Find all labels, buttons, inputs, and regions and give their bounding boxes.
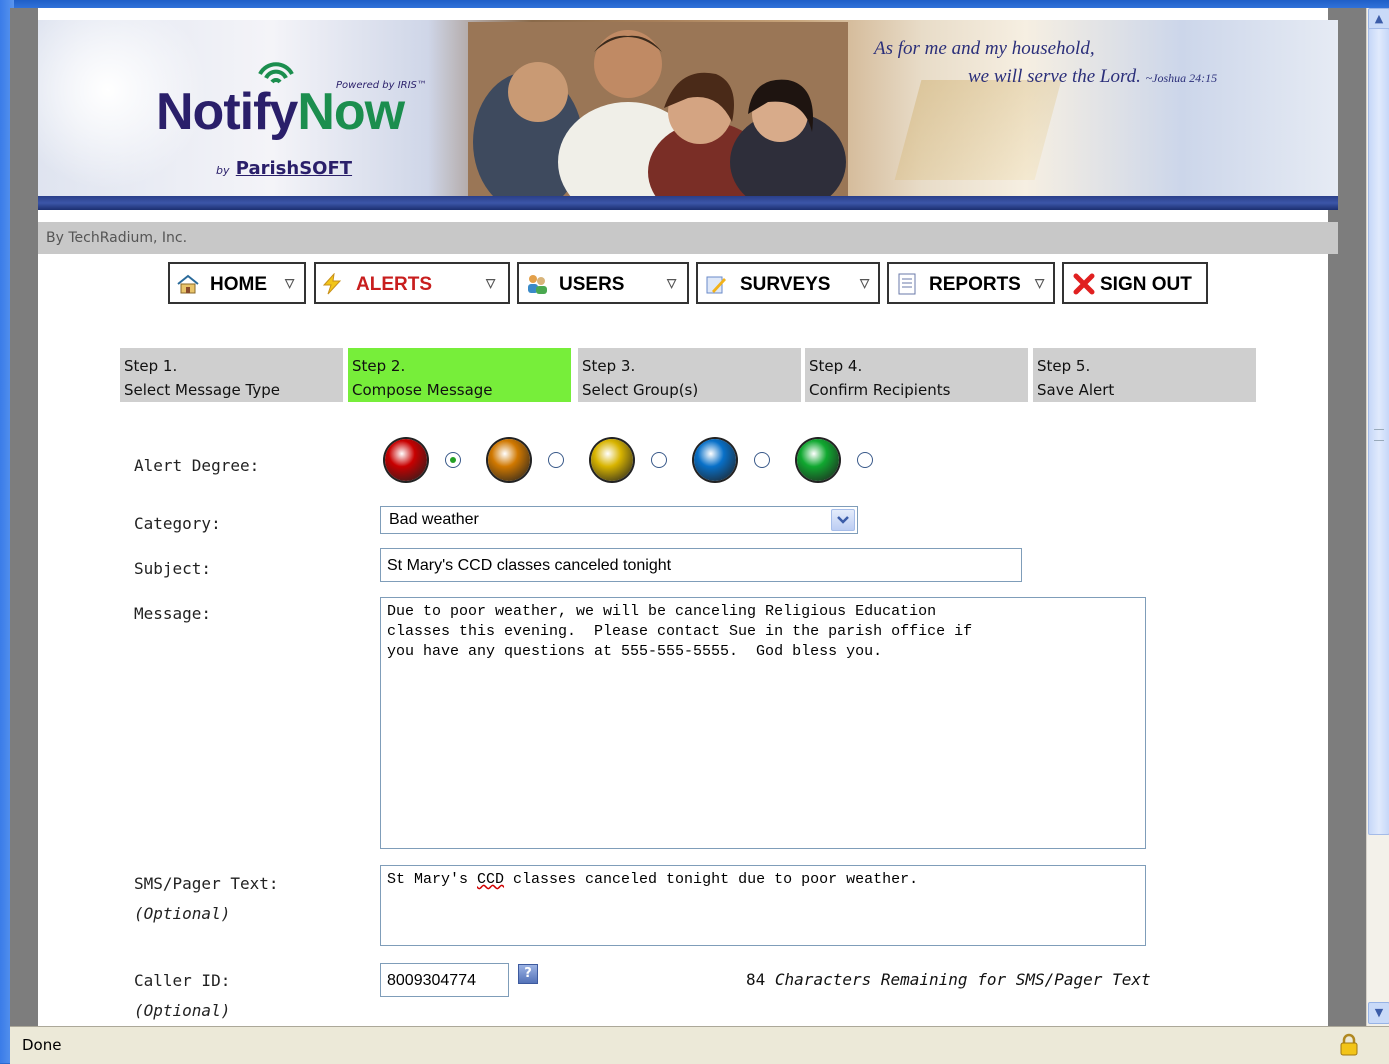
scroll-up-button[interactable]: ▲ [1368, 8, 1389, 30]
step-1: Step 1. Select Message Type [120, 348, 343, 402]
scripture-quote-line2: we will serve the Lord. ~Joshua 24:15 [968, 66, 1218, 87]
sms-label: SMS/Pager Text: [134, 874, 279, 893]
lock-icon [1340, 1033, 1358, 1056]
logo-wordmark: NotifyNow [156, 83, 405, 141]
banner-divider [38, 196, 1338, 210]
message-label: Message: [134, 604, 212, 623]
chevron-down-icon: ▽ [860, 276, 870, 290]
alert-degree-green-radio[interactable] [857, 452, 873, 468]
scroll-thumb[interactable] [1368, 28, 1389, 835]
scroll-down-button[interactable]: ▼ [1368, 1002, 1389, 1024]
help-icon[interactable]: ? [518, 964, 538, 984]
caller-id-optional-note: (Optional) [134, 1001, 231, 1020]
alert-degree-red-radio[interactable] [445, 452, 461, 468]
alert-degree-green-lamp-icon [797, 439, 839, 481]
alert-degree-red-lamp-icon [385, 439, 427, 481]
caller-id-label: Caller ID: [134, 971, 231, 990]
family-photo [468, 22, 848, 196]
page-margin-left [10, 8, 38, 1026]
step-4: Step 4. Confirm Recipients [805, 348, 1028, 402]
sms-characters-remaining: 84 Characters Remaining for SMS/Pager Te… [746, 970, 1151, 989]
survey-icon [706, 276, 726, 294]
step-5: Step 5. Save Alert [1033, 348, 1256, 402]
alert-degree-orange-radio[interactable] [548, 452, 564, 468]
sms-optional-note: (Optional) [134, 904, 231, 923]
status-bar: Done [10, 1026, 1389, 1064]
byline-text: By TechRadium, Inc. [46, 230, 188, 246]
scripture-quote-line1: As for me and my household, [874, 38, 1095, 59]
step-2-active: Step 2. Compose Message [348, 348, 571, 402]
sms-textarea[interactable]: St Mary's CCD classes canceled tonight d… [380, 865, 1146, 946]
alert-degree-yellow-lamp-icon [591, 439, 633, 481]
powered-by: Powered by IRIS™ [336, 80, 427, 91]
nav-alerts-button[interactable]: ALERTS ▽ [314, 262, 510, 304]
chevron-down-icon: ▽ [285, 276, 295, 290]
nav-reports-button[interactable]: REPORTS ▽ [887, 262, 1055, 304]
vertical-scrollbar[interactable]: ▲ ▼ [1366, 8, 1389, 1026]
parishsoft-logo: by ParishSOFT [216, 158, 353, 179]
alert-degree-blue-lamp-icon [694, 439, 736, 481]
chevron-down-icon: ▽ [667, 276, 677, 290]
alert-degree-blue-radio[interactable] [754, 452, 770, 468]
users-icon [528, 275, 547, 294]
red-x-icon [1073, 273, 1095, 295]
alert-degree-yellow-radio[interactable] [651, 452, 667, 468]
category-select[interactable]: Bad weather [380, 506, 858, 534]
subject-label: Subject: [134, 559, 212, 578]
nav-sign-out-button[interactable]: SIGN OUT [1062, 262, 1208, 304]
caller-id-input[interactable]: 8009304774 [380, 963, 509, 997]
status-text: Done [22, 1036, 62, 1054]
byline-bar: By TechRadium, Inc. [38, 222, 1338, 254]
header-banner: NotifyNow Powered by IRIS™ by ParishSOFT… [38, 20, 1338, 196]
chevron-down-icon: ▽ [1035, 276, 1045, 290]
nav-users-button[interactable]: USERS ▽ [517, 262, 689, 304]
house-icon [177, 274, 199, 294]
nav-home-button[interactable]: HOME ▽ [168, 262, 306, 304]
alert-degree-orange-lamp-icon [488, 439, 530, 481]
chevron-down-icon: ▽ [486, 276, 496, 290]
subject-input[interactable]: St Mary's CCD classes canceled tonight [380, 548, 1022, 582]
alert-degree-label: Alert Degree: [134, 456, 260, 475]
step-3: Step 3. Select Group(s) [578, 348, 801, 402]
report-icon [898, 273, 916, 295]
message-textarea[interactable]: Due to poor weather, we will be cancelin… [380, 597, 1146, 849]
bible-image [894, 80, 1062, 180]
lightning-icon [322, 273, 342, 295]
nav-surveys-button[interactable]: SURVEYS ▽ [696, 262, 880, 304]
category-label: Category: [134, 514, 221, 533]
spellcheck-flag: CCD [477, 871, 505, 888]
chevron-down-icon[interactable] [831, 509, 855, 531]
